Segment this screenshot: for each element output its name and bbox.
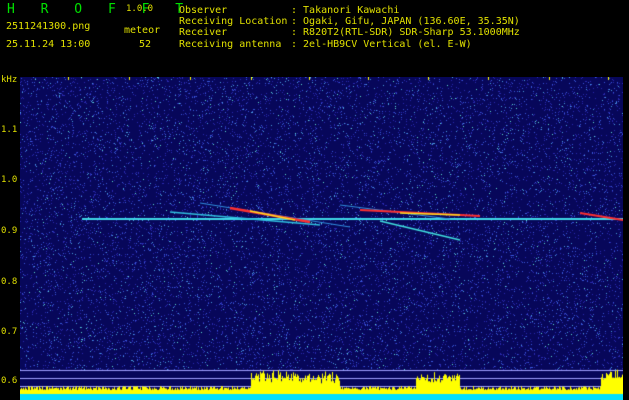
y-tick-label: 0.7 xyxy=(1,327,18,337)
info-row-location: Receiving Location: Ogaki, Gifu, JAPAN (… xyxy=(179,17,520,27)
unit-label: kHz xyxy=(1,75,18,85)
app-version: 1.0.0 xyxy=(126,4,154,14)
spectrogram-plot xyxy=(20,77,623,400)
info-row-observer: Observer : Takanori Kawachi xyxy=(179,6,399,16)
date-time: 25.11.24 13:00 xyxy=(6,39,91,50)
info-value: : Ogaki, Gifu, JAPAN (136.60E, 35.35N) xyxy=(291,16,520,27)
y-tick-label: 1.0 xyxy=(1,175,18,185)
info-key: Observer xyxy=(179,5,228,16)
spectrogram-canvas xyxy=(20,77,623,400)
meteor-count: 52 xyxy=(139,39,152,50)
info-key: Receiving Location xyxy=(179,16,288,27)
info-value: : 2el-HB9CV Vertical (el. E-W) xyxy=(291,39,472,50)
info-row-receiver: Receiver : R820T2(RTL-SDR) SDR-Sharp 53.1… xyxy=(179,28,520,38)
meteor-label: meteor xyxy=(124,25,161,36)
info-row-antenna: Receiving antenna : 2el-HB9CV Vertical (e… xyxy=(179,40,472,50)
y-tick-label: 1.1 xyxy=(1,125,18,135)
info-key: Receiving antenna xyxy=(179,39,282,50)
y-tick-label: 0.6 xyxy=(1,376,18,386)
app-brand: H R O F F T xyxy=(7,2,193,17)
y-tick-label: 0.9 xyxy=(1,226,18,236)
info-key: Receiver xyxy=(179,27,228,38)
info-value: : R820T2(RTL-SDR) SDR-Sharp 53.1000MHz xyxy=(291,27,520,38)
info-value: : Takanori Kawachi xyxy=(291,5,400,16)
file-name: 2511241300.png xyxy=(6,21,91,32)
y-tick-label: 0.8 xyxy=(1,277,18,287)
header-panel: H R O F F T 1.0.0 2511241300.png 25.11.2… xyxy=(0,0,629,72)
